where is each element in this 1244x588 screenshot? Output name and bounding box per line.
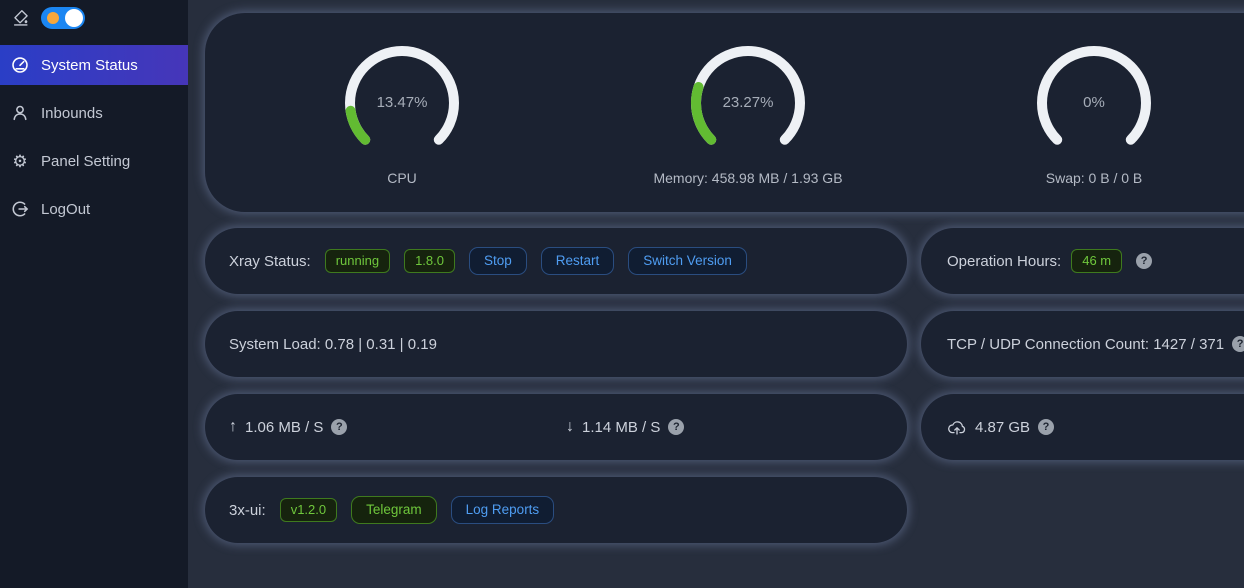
cloud-upload-icon xyxy=(947,419,967,436)
cpu-gauge: 13.47% CPU xyxy=(229,13,575,212)
cpu-label: CPU xyxy=(387,170,417,186)
download-speed: ↓ 1.14 MB / S ? xyxy=(556,418,907,436)
sidebar-item-inbounds[interactable]: Inbounds xyxy=(0,93,188,133)
resource-gauges-card: 13.47% CPU 23.27% Memory: 458.98 MB / 1.… xyxy=(205,13,1244,212)
memory-percent: 23.27% xyxy=(688,94,808,111)
sidebar-item-system-status[interactable]: System Status xyxy=(0,45,188,85)
arrow-up-icon: ↑ xyxy=(229,418,237,436)
operation-hours-card: Operation Hours: 46 m ? xyxy=(921,228,1244,294)
app-info-card: 3x-ui: v1.2.0 Telegram Log Reports xyxy=(205,477,907,543)
main-content: 13.47% CPU 23.27% Memory: 458.98 MB / 1.… xyxy=(205,13,1244,543)
app-version-badge: v1.2.0 xyxy=(280,498,337,522)
operation-hours-help-icon[interactable]: ? xyxy=(1136,253,1152,269)
swap-label: Swap: 0 B / 0 B xyxy=(1046,170,1143,186)
swap-percent: 0% xyxy=(1034,94,1154,111)
stop-button[interactable]: Stop xyxy=(469,247,527,275)
arrow-down-icon: ↓ xyxy=(566,418,574,436)
sidebar-menu: System Status Inbounds ⚙ Panel Setting xyxy=(0,45,188,229)
system-load-text: System Load: 0.78 | 0.31 | 0.19 xyxy=(229,336,437,353)
xray-status-card: Xray Status: running 1.8.0 Stop Restart … xyxy=(205,228,907,294)
telegram-button[interactable]: Telegram xyxy=(351,496,437,524)
gear-icon: ⚙ xyxy=(11,152,29,170)
sidebar-item-label: Panel Setting xyxy=(41,153,130,170)
memory-label: Memory: 458.98 MB / 1.93 GB xyxy=(653,170,842,186)
sidebar: System Status Inbounds ⚙ Panel Setting xyxy=(0,0,188,588)
operation-hours-badge: 46 m xyxy=(1071,249,1122,273)
log-reports-button[interactable]: Log Reports xyxy=(451,496,555,524)
xray-status-badge: running xyxy=(325,249,390,273)
upload-speed: ↑ 1.06 MB / S ? xyxy=(205,418,556,436)
sidebar-item-panel-setting[interactable]: ⚙ Panel Setting xyxy=(0,141,188,181)
system-load-card: System Load: 0.78 | 0.31 | 0.19 xyxy=(205,311,907,377)
network-speed-card: ↑ 1.06 MB / S ? ↓ 1.14 MB / S ? xyxy=(205,394,907,460)
memory-gauge: 23.27% Memory: 458.98 MB / 1.93 GB xyxy=(575,13,921,212)
connection-count-help-icon[interactable]: ? xyxy=(1232,336,1244,352)
dashboard-icon xyxy=(11,56,29,74)
total-traffic-value: 4.87 GB xyxy=(975,419,1030,436)
upload-help-icon[interactable]: ? xyxy=(331,419,347,435)
sidebar-header xyxy=(0,0,188,30)
toggle-knob xyxy=(65,9,83,27)
sun-icon xyxy=(47,12,59,24)
sidebar-item-label: System Status xyxy=(41,57,138,74)
user-icon xyxy=(11,104,29,122)
switch-version-button[interactable]: Switch Version xyxy=(628,247,747,275)
theme-toggle[interactable] xyxy=(41,7,85,29)
sidebar-item-label: LogOut xyxy=(41,201,90,218)
total-traffic-card: 4.87 GB ? xyxy=(921,394,1244,460)
connection-count-text: TCP / UDP Connection Count: 1427 / 371 xyxy=(947,336,1224,353)
operation-hours-label: Operation Hours: xyxy=(947,253,1061,270)
xray-status-label: Xray Status: xyxy=(229,253,311,270)
swap-gauge: 0% Swap: 0 B / 0 B xyxy=(921,13,1244,212)
xray-version-badge: 1.8.0 xyxy=(404,249,455,273)
download-help-icon[interactable]: ? xyxy=(668,419,684,435)
app-name-label: 3x-ui: xyxy=(229,502,266,519)
cpu-percent: 13.47% xyxy=(342,94,462,111)
sidebar-item-logout[interactable]: LogOut xyxy=(0,189,188,229)
logout-icon xyxy=(11,200,29,218)
total-traffic-help-icon[interactable]: ? xyxy=(1038,419,1054,435)
sidebar-item-label: Inbounds xyxy=(41,105,103,122)
download-speed-value: 1.14 MB / S xyxy=(582,419,660,436)
restart-button[interactable]: Restart xyxy=(541,247,615,275)
connection-count-card: TCP / UDP Connection Count: 1427 / 371 ? xyxy=(921,311,1244,377)
upload-speed-value: 1.06 MB / S xyxy=(245,419,323,436)
bg-colors-icon xyxy=(12,9,29,26)
